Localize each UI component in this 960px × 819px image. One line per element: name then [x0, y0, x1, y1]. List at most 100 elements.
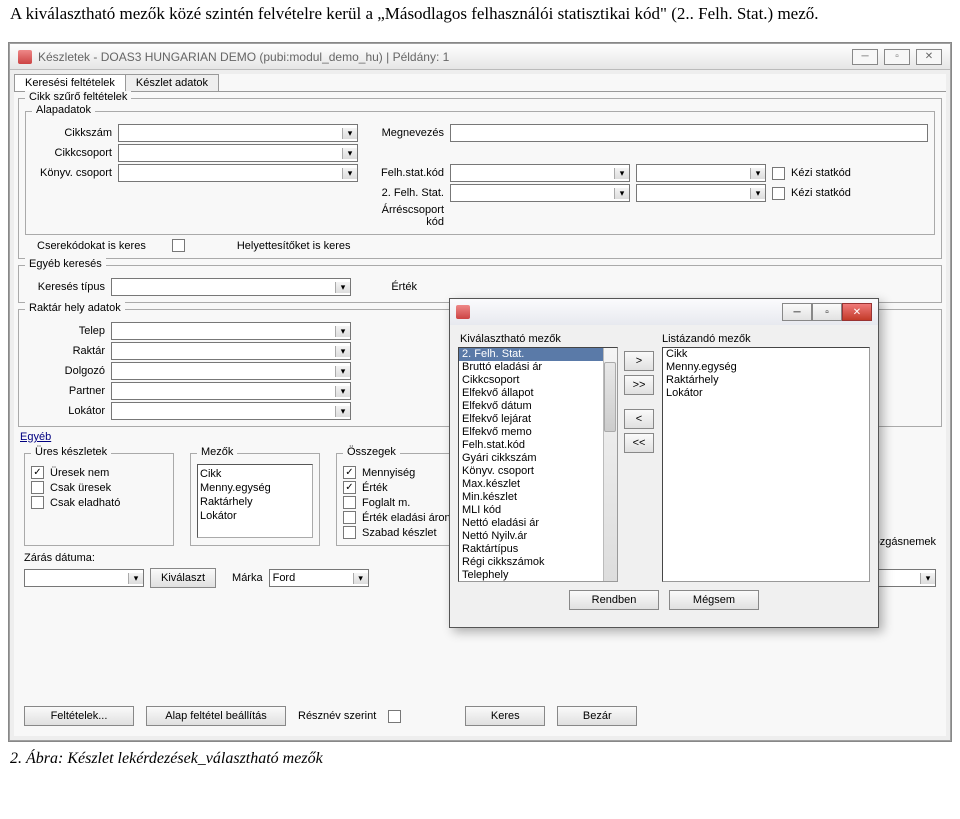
- list-item[interactable]: Könyv. csoport: [459, 465, 617, 478]
- combo-felh2[interactable]: [450, 184, 630, 202]
- lbl-uresek-nem: Üresek nem: [50, 467, 109, 479]
- list-available[interactable]: 2. Felh. Stat. Bruttó eladási ár Cikkcso…: [458, 347, 618, 582]
- lbl-csak-uresek: Csak üresek: [50, 482, 111, 494]
- chk-kezi-1[interactable]: [772, 167, 785, 180]
- combo-partner[interactable]: [111, 382, 351, 400]
- chk-szabad[interactable]: [343, 526, 356, 539]
- list-item[interactable]: Max.készlet: [459, 478, 617, 491]
- listbox-mezok[interactable]: CikkMenny.egységRaktárhelyLokátor: [197, 464, 313, 538]
- list-item[interactable]: Cikk: [663, 348, 869, 361]
- dialog-close[interactable]: ✕: [842, 303, 872, 321]
- lbl-arres: Árréscsoport kód: [364, 204, 444, 228]
- combo-cikkszam[interactable]: [118, 124, 358, 142]
- lbl-ertek2: Érték: [362, 482, 388, 494]
- chk-resznev[interactable]: [388, 710, 401, 723]
- chk-uresek-nem[interactable]: ✓: [31, 466, 44, 479]
- btn-cancel[interactable]: Mégsem: [669, 590, 759, 610]
- list-item[interactable]: Min.készlet: [459, 491, 617, 504]
- btn-remove-all[interactable]: <<: [624, 433, 654, 453]
- list-item[interactable]: Lokátor: [663, 387, 869, 400]
- lbl-kezi-1: Kézi statkód: [791, 167, 851, 179]
- list-item[interactable]: Régi cikkszámok: [459, 556, 617, 569]
- scrollbar[interactable]: [603, 348, 617, 581]
- btn-alap[interactable]: Alap feltétel beállítás: [146, 706, 286, 726]
- combo-zaras-1[interactable]: [24, 569, 144, 587]
- chk-menny[interactable]: ✓: [343, 466, 356, 479]
- list-item[interactable]: Bruttó eladási ár: [459, 361, 617, 374]
- list-item[interactable]: Menny.egység: [663, 361, 869, 374]
- combo-telep[interactable]: [111, 322, 351, 340]
- link-egyeb[interactable]: Egyéb: [20, 431, 51, 443]
- combo-cikkcs[interactable]: [118, 144, 358, 162]
- list-item[interactable]: Cikkcsoport: [459, 374, 617, 387]
- combo-felhstat-2[interactable]: [636, 164, 766, 182]
- list-item[interactable]: Gyári cikkszám: [459, 452, 617, 465]
- close-button[interactable]: ✕: [916, 49, 942, 65]
- btn-remove[interactable]: <: [624, 409, 654, 429]
- list-item[interactable]: Raktártípus: [459, 543, 617, 556]
- combo-konyv[interactable]: [118, 164, 358, 182]
- chk-ertek2[interactable]: ✓: [343, 481, 356, 494]
- list-item[interactable]: Nettó eladási ár: [459, 517, 617, 530]
- btn-bezar[interactable]: Bezár: [557, 706, 637, 726]
- lbl-csere: Cserekódokat is keres: [37, 240, 146, 252]
- list-item[interactable]: Elfekvő dátum: [459, 400, 617, 413]
- group-raktar: Raktár hely adatok: [25, 302, 125, 314]
- combo-felhstat[interactable]: [450, 164, 630, 182]
- list-item[interactable]: MLI kód: [459, 504, 617, 517]
- minimize-button[interactable]: ─: [852, 49, 878, 65]
- list-selected[interactable]: Cikk Menny.egység Raktárhely Lokátor: [662, 347, 870, 582]
- tab-search-conditions[interactable]: Keresési feltételek: [14, 74, 126, 91]
- list-item[interactable]: Felh.stat.kód: [459, 439, 617, 452]
- lbl-kerestipus: Keresés típus: [25, 281, 105, 293]
- group-filter-title: Cikk szűrő feltételek: [25, 91, 131, 103]
- btn-add[interactable]: >: [624, 351, 654, 371]
- scroll-thumb[interactable]: [604, 362, 616, 432]
- lbl-partner: Partner: [25, 385, 105, 397]
- chk-csak-uresek[interactable]: [31, 481, 44, 494]
- combo-dolg[interactable]: [111, 362, 351, 380]
- figure-caption: 2. Ábra: Készlet lekérdezések_választhat…: [0, 742, 960, 776]
- combo-felh2-b[interactable]: [636, 184, 766, 202]
- chk-ertek-el[interactable]: [343, 511, 356, 524]
- lbl-foglalt: Foglalt m.: [362, 497, 410, 509]
- chk-foglalt[interactable]: [343, 496, 356, 509]
- group-osszeg: Összegek: [343, 446, 400, 458]
- lbl-marka: Márka: [232, 572, 263, 584]
- btn-feltetelek[interactable]: Feltételek...: [24, 706, 134, 726]
- lbl-resznev: Résznév szerint: [298, 710, 376, 722]
- combo-lokator[interactable]: [111, 402, 351, 420]
- combo-kerestipus[interactable]: [111, 278, 351, 296]
- lbl-raktar: Raktár: [25, 345, 105, 357]
- chk-kezi-2[interactable]: [772, 187, 785, 200]
- lbl-available-fields: Kiválasztható mezők: [458, 333, 618, 345]
- list-item[interactable]: Raktárhely: [663, 374, 869, 387]
- chk-csere[interactable]: [172, 239, 185, 252]
- list-item[interactable]: Telephely: [459, 569, 617, 582]
- lbl-cikkcs: Cikkcsoport: [32, 147, 112, 159]
- dialog-minimize[interactable]: ─: [782, 303, 812, 321]
- chk-csak-eladhato[interactable]: [31, 496, 44, 509]
- list-item[interactable]: Elfekvő állapot: [459, 387, 617, 400]
- list-item[interactable]: 2. Felh. Stat.: [459, 348, 617, 361]
- combo-raktar[interactable]: [111, 342, 351, 360]
- maximize-button[interactable]: ▫: [884, 49, 910, 65]
- lbl-cikkszam: Cikkszám: [32, 127, 112, 139]
- lbl-csak-eladhato: Csak eladható: [50, 497, 120, 509]
- field-megnev[interactable]: [450, 124, 928, 142]
- btn-ok[interactable]: Rendben: [569, 590, 659, 610]
- list-item[interactable]: Elfekvő lejárat: [459, 413, 617, 426]
- lbl-lokator: Lokátor: [25, 405, 105, 417]
- lbl-selected-fields: Listázandó mezők: [662, 333, 870, 345]
- btn-keres[interactable]: Keres: [465, 706, 545, 726]
- lbl-telep: Telep: [25, 325, 105, 337]
- tab-stock-data[interactable]: Készlet adatok: [125, 74, 219, 91]
- btn-kivalaszt[interactable]: Kiválaszt: [150, 568, 216, 588]
- btn-add-all[interactable]: >>: [624, 375, 654, 395]
- lbl-ertek: Érték: [357, 281, 417, 293]
- list-item[interactable]: Nettó Nyilv.ár: [459, 530, 617, 543]
- list-item[interactable]: Elfekvő memo: [459, 426, 617, 439]
- combo-marka[interactable]: Ford: [269, 569, 369, 587]
- lbl-ertek-el: Érték eladási áron: [362, 512, 451, 524]
- dialog-maximize[interactable]: ▫: [812, 303, 842, 321]
